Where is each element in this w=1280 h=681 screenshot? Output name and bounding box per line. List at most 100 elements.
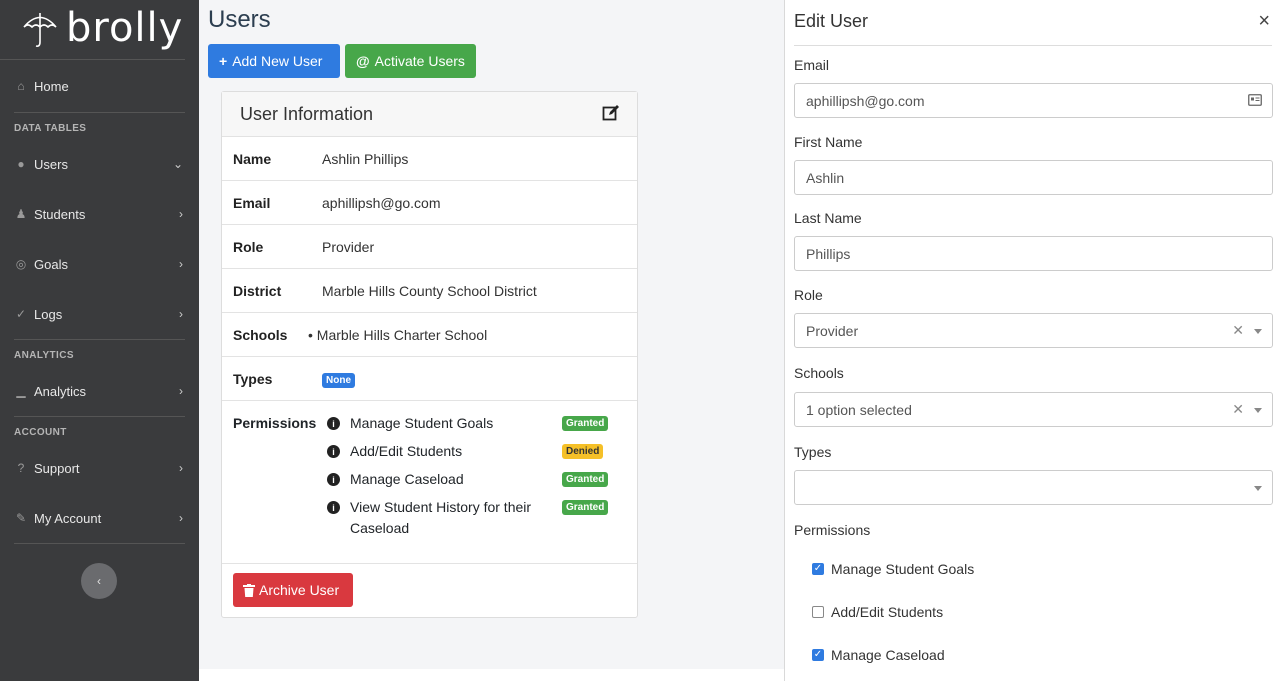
row-email: Email aphillipsh@go.com bbox=[222, 181, 637, 225]
sidebar-item-label: My Account bbox=[34, 510, 102, 526]
row-name: Name Ashlin Phillips bbox=[222, 137, 637, 181]
permissions-label: Permissions bbox=[794, 522, 871, 538]
trash-icon bbox=[243, 583, 255, 597]
section-label-account: ACCOUNT bbox=[14, 427, 67, 438]
clear-icon[interactable]: ✕ bbox=[1232, 322, 1244, 339]
caret-down-icon[interactable] bbox=[1254, 408, 1262, 413]
sidebar-item-logs[interactable]: ✓ Logs › bbox=[0, 289, 199, 339]
status-badge: Denied bbox=[562, 444, 604, 459]
caret-down-icon[interactable] bbox=[1254, 486, 1262, 491]
home-icon: ⌂ bbox=[17, 79, 25, 93]
permission-item: i Manage Caseload Granted bbox=[322, 471, 637, 490]
sidebar-item-goals[interactable]: ◎ Goals › bbox=[0, 239, 199, 289]
permission-name: View Student History for their Caseload bbox=[350, 499, 532, 536]
last-name-field[interactable]: Phillips bbox=[794, 236, 1273, 271]
add-new-user-label: Add New User bbox=[232, 53, 323, 69]
chevron-right-icon: › bbox=[179, 257, 183, 271]
row-district: District Marble Hills County School Dist… bbox=[222, 269, 637, 313]
checkbox-add-edit-students[interactable]: Add/Edit Students bbox=[812, 604, 943, 620]
card-header: User Information bbox=[222, 92, 637, 137]
permission-name: Add/Edit Students bbox=[350, 443, 463, 459]
wrench-icon: ✎ bbox=[15, 511, 27, 525]
checkbox-checked-icon[interactable]: ✓ bbox=[812, 563, 824, 575]
activate-users-button[interactable]: @ Activate Users bbox=[345, 44, 476, 78]
checkbox-label: Add/Edit Students bbox=[831, 604, 944, 620]
sidebar-item-analytics[interactable]: ▁ Analytics › bbox=[0, 366, 199, 416]
brand-logo[interactable]: brolly bbox=[0, 0, 185, 60]
sidebar-item-label: Home bbox=[34, 78, 69, 94]
types-badge: None bbox=[322, 372, 355, 388]
permission-item: i Add/Edit Students Denied bbox=[322, 443, 637, 462]
last-name-value: Phillips bbox=[806, 245, 851, 262]
row-schools: Schools • Marble Hills Charter School bbox=[222, 313, 637, 357]
row-label: Schools bbox=[233, 326, 288, 343]
caret-down-icon[interactable] bbox=[1254, 329, 1262, 334]
sidebar-item-users[interactable]: ● Users ⌄ bbox=[0, 139, 199, 189]
close-icon[interactable]: × bbox=[1258, 10, 1270, 33]
panel-title: Edit User bbox=[794, 11, 869, 31]
plus-icon: + bbox=[219, 53, 228, 69]
sidebar-item-label: Users bbox=[34, 156, 68, 172]
status-badge: Granted bbox=[562, 416, 609, 431]
section-label-analytics: ANALYTICS bbox=[14, 350, 74, 361]
schools-selected-value: 1 option selected bbox=[806, 401, 912, 418]
row-label: Types bbox=[233, 370, 273, 387]
permissions-list: i Manage Student Goals Granted i Add/Edi… bbox=[322, 415, 637, 548]
info-icon[interactable]: i bbox=[327, 417, 340, 430]
types-select[interactable] bbox=[794, 470, 1273, 505]
info-icon[interactable]: i bbox=[327, 445, 340, 458]
checkbox-checked-icon[interactable]: ✓ bbox=[812, 649, 824, 661]
archive-user-button[interactable]: Archive User bbox=[233, 573, 353, 607]
first-name-field[interactable]: Ashlin bbox=[794, 160, 1273, 195]
row-value: Provider bbox=[322, 238, 375, 255]
collapse-sidebar-button[interactable]: ‹ bbox=[81, 563, 117, 599]
sidebar-item-label: Goals bbox=[34, 256, 68, 272]
clear-icon[interactable]: ✕ bbox=[1232, 401, 1244, 418]
row-label: Name bbox=[233, 150, 272, 167]
email-value: aphillipsh@go.com bbox=[806, 92, 925, 109]
row-value: None bbox=[322, 370, 637, 388]
sidebar-item-label: Students bbox=[34, 206, 86, 222]
status-badge: Granted bbox=[562, 500, 609, 515]
divider bbox=[14, 339, 185, 340]
email-label: Email bbox=[794, 57, 830, 73]
chevron-right-icon: › bbox=[179, 384, 183, 398]
role-label: Role bbox=[794, 287, 823, 303]
edit-icon[interactable] bbox=[602, 104, 620, 122]
archive-user-label: Archive User bbox=[259, 582, 340, 598]
add-new-user-button[interactable]: + Add New User bbox=[208, 44, 340, 78]
target-icon: ◎ bbox=[15, 257, 27, 271]
chevron-right-icon: › bbox=[179, 207, 183, 221]
sidebar-item-label: Support bbox=[34, 460, 80, 476]
row-value: • Marble Hills Charter School bbox=[308, 327, 637, 343]
sidebar-item-students[interactable]: ♟ Students › bbox=[0, 189, 199, 239]
divider bbox=[14, 416, 185, 417]
sidebar-item-my-account[interactable]: ✎ My Account › bbox=[0, 493, 199, 543]
at-icon: @ bbox=[356, 53, 370, 69]
bullet-icon: • bbox=[308, 326, 317, 343]
info-icon[interactable]: i bbox=[327, 473, 340, 486]
checkbox-label: Manage Student Goals bbox=[831, 561, 975, 577]
page-title: Users bbox=[208, 6, 271, 33]
role-selected-value: Provider bbox=[806, 322, 859, 339]
checkbox-manage-caseload[interactable]: ✓ Manage Caseload bbox=[812, 647, 945, 663]
question-icon: ? bbox=[17, 461, 25, 475]
last-name-label: Last Name bbox=[794, 210, 862, 226]
email-field[interactable]: aphillipsh@go.com bbox=[794, 83, 1273, 118]
chart-icon: ▁ bbox=[16, 384, 26, 398]
sidebar-item-home[interactable]: ⌂ Home bbox=[0, 60, 199, 112]
umbrella-icon bbox=[23, 12, 57, 47]
row-label: Email bbox=[233, 194, 271, 211]
checkbox-manage-student-goals[interactable]: ✓ Manage Student Goals bbox=[812, 561, 974, 577]
section-label-data-tables: DATA TABLES bbox=[14, 123, 87, 134]
info-icon[interactable]: i bbox=[327, 501, 340, 514]
sidebar-item-label: Logs bbox=[34, 306, 63, 322]
contact-card-icon bbox=[1248, 94, 1262, 106]
chevron-right-icon: › bbox=[179, 307, 183, 321]
sidebar-item-support[interactable]: ? Support › bbox=[0, 443, 199, 493]
schools-select[interactable]: 1 option selected ✕ bbox=[794, 392, 1273, 427]
row-label: Role bbox=[233, 238, 264, 255]
role-select[interactable]: Provider ✕ bbox=[794, 313, 1273, 348]
schools-label: Schools bbox=[794, 365, 844, 381]
checkbox-unchecked-icon[interactable] bbox=[812, 606, 824, 618]
